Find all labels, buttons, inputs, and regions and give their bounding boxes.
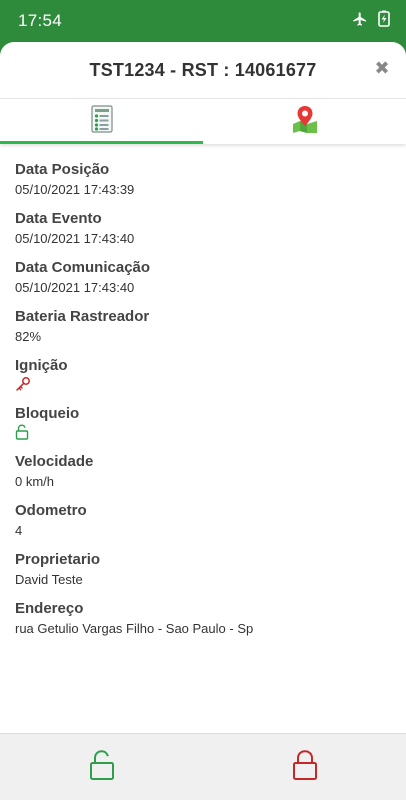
unlock-button[interactable] <box>0 734 203 800</box>
tab-bar <box>0 98 406 144</box>
vehicle-title: TST1234 - RST : 14061677 <box>89 59 317 80</box>
key-icon <box>15 376 31 397</box>
field-value: 05/10/2021 17:43:40 <box>15 231 135 246</box>
lock-icon <box>292 749 318 786</box>
field-value: 82% <box>15 329 42 344</box>
airplane-icon <box>352 11 368 32</box>
status-time: 17:54 <box>18 11 63 30</box>
tab-map[interactable] <box>203 99 406 144</box>
field-label: Data Evento <box>15 210 102 227</box>
detail-list: Data Posição 05/10/2021 17:43:39 Data Ev… <box>0 144 406 638</box>
field-value: 0 km/h <box>15 474 55 489</box>
field-value: 05/10/2021 17:43:40 <box>15 280 135 295</box>
field-proprietario: Proprietario David Teste <box>15 550 391 589</box>
field-data-posicao: Data Posição 05/10/2021 17:43:39 <box>15 160 391 199</box>
field-bateria: Bateria Rastreador 82% <box>15 307 391 346</box>
field-odometro: Odometro 4 <box>15 501 391 540</box>
detail-sheet: TST1234 - RST : 14061677 ✖ Data Posição … <box>0 42 406 800</box>
field-label: Ignição <box>15 357 68 374</box>
field-value: 4 <box>15 523 23 538</box>
status-bar: 17:54 <box>0 0 406 42</box>
field-velocidade: Velocidade 0 km/h <box>15 452 391 491</box>
field-label: Endereço <box>15 600 84 617</box>
field-label: Data Comunicação <box>15 259 151 276</box>
field-label: Odometro <box>15 502 87 519</box>
field-data-evento: Data Evento 05/10/2021 17:43:40 <box>15 209 391 248</box>
field-label: Bateria Rastreador <box>15 308 150 325</box>
sheet-header: TST1234 - RST : 14061677 ✖ <box>0 42 406 98</box>
checklist-icon <box>90 105 113 138</box>
field-data-comunicacao: Data Comunicação 05/10/2021 17:43:40 <box>15 258 391 297</box>
field-bloqueio: Bloqueio <box>15 404 391 442</box>
action-bar <box>0 733 406 800</box>
unlocked-icon <box>15 423 29 445</box>
field-value: rua Getulio Vargas Filho - Sao Paulo - S… <box>15 621 254 636</box>
field-label: Velocidade <box>15 453 94 470</box>
tab-details[interactable] <box>0 99 203 144</box>
field-endereco: Endereço rua Getulio Vargas Filho - Sao … <box>15 599 391 638</box>
field-label: Data Posição <box>15 161 110 178</box>
unlock-icon <box>89 749 115 786</box>
close-icon[interactable]: ✖ <box>374 59 390 77</box>
field-ignicao: Ignição <box>15 356 391 394</box>
status-icons <box>352 10 390 32</box>
battery-charging-icon <box>378 10 390 32</box>
map-pin-icon <box>291 104 319 139</box>
field-value: David Teste <box>15 572 83 587</box>
field-label: Proprietario <box>15 551 101 568</box>
lock-button[interactable] <box>203 734 406 800</box>
field-value: 05/10/2021 17:43:39 <box>15 182 135 197</box>
field-label: Bloqueio <box>15 405 80 422</box>
